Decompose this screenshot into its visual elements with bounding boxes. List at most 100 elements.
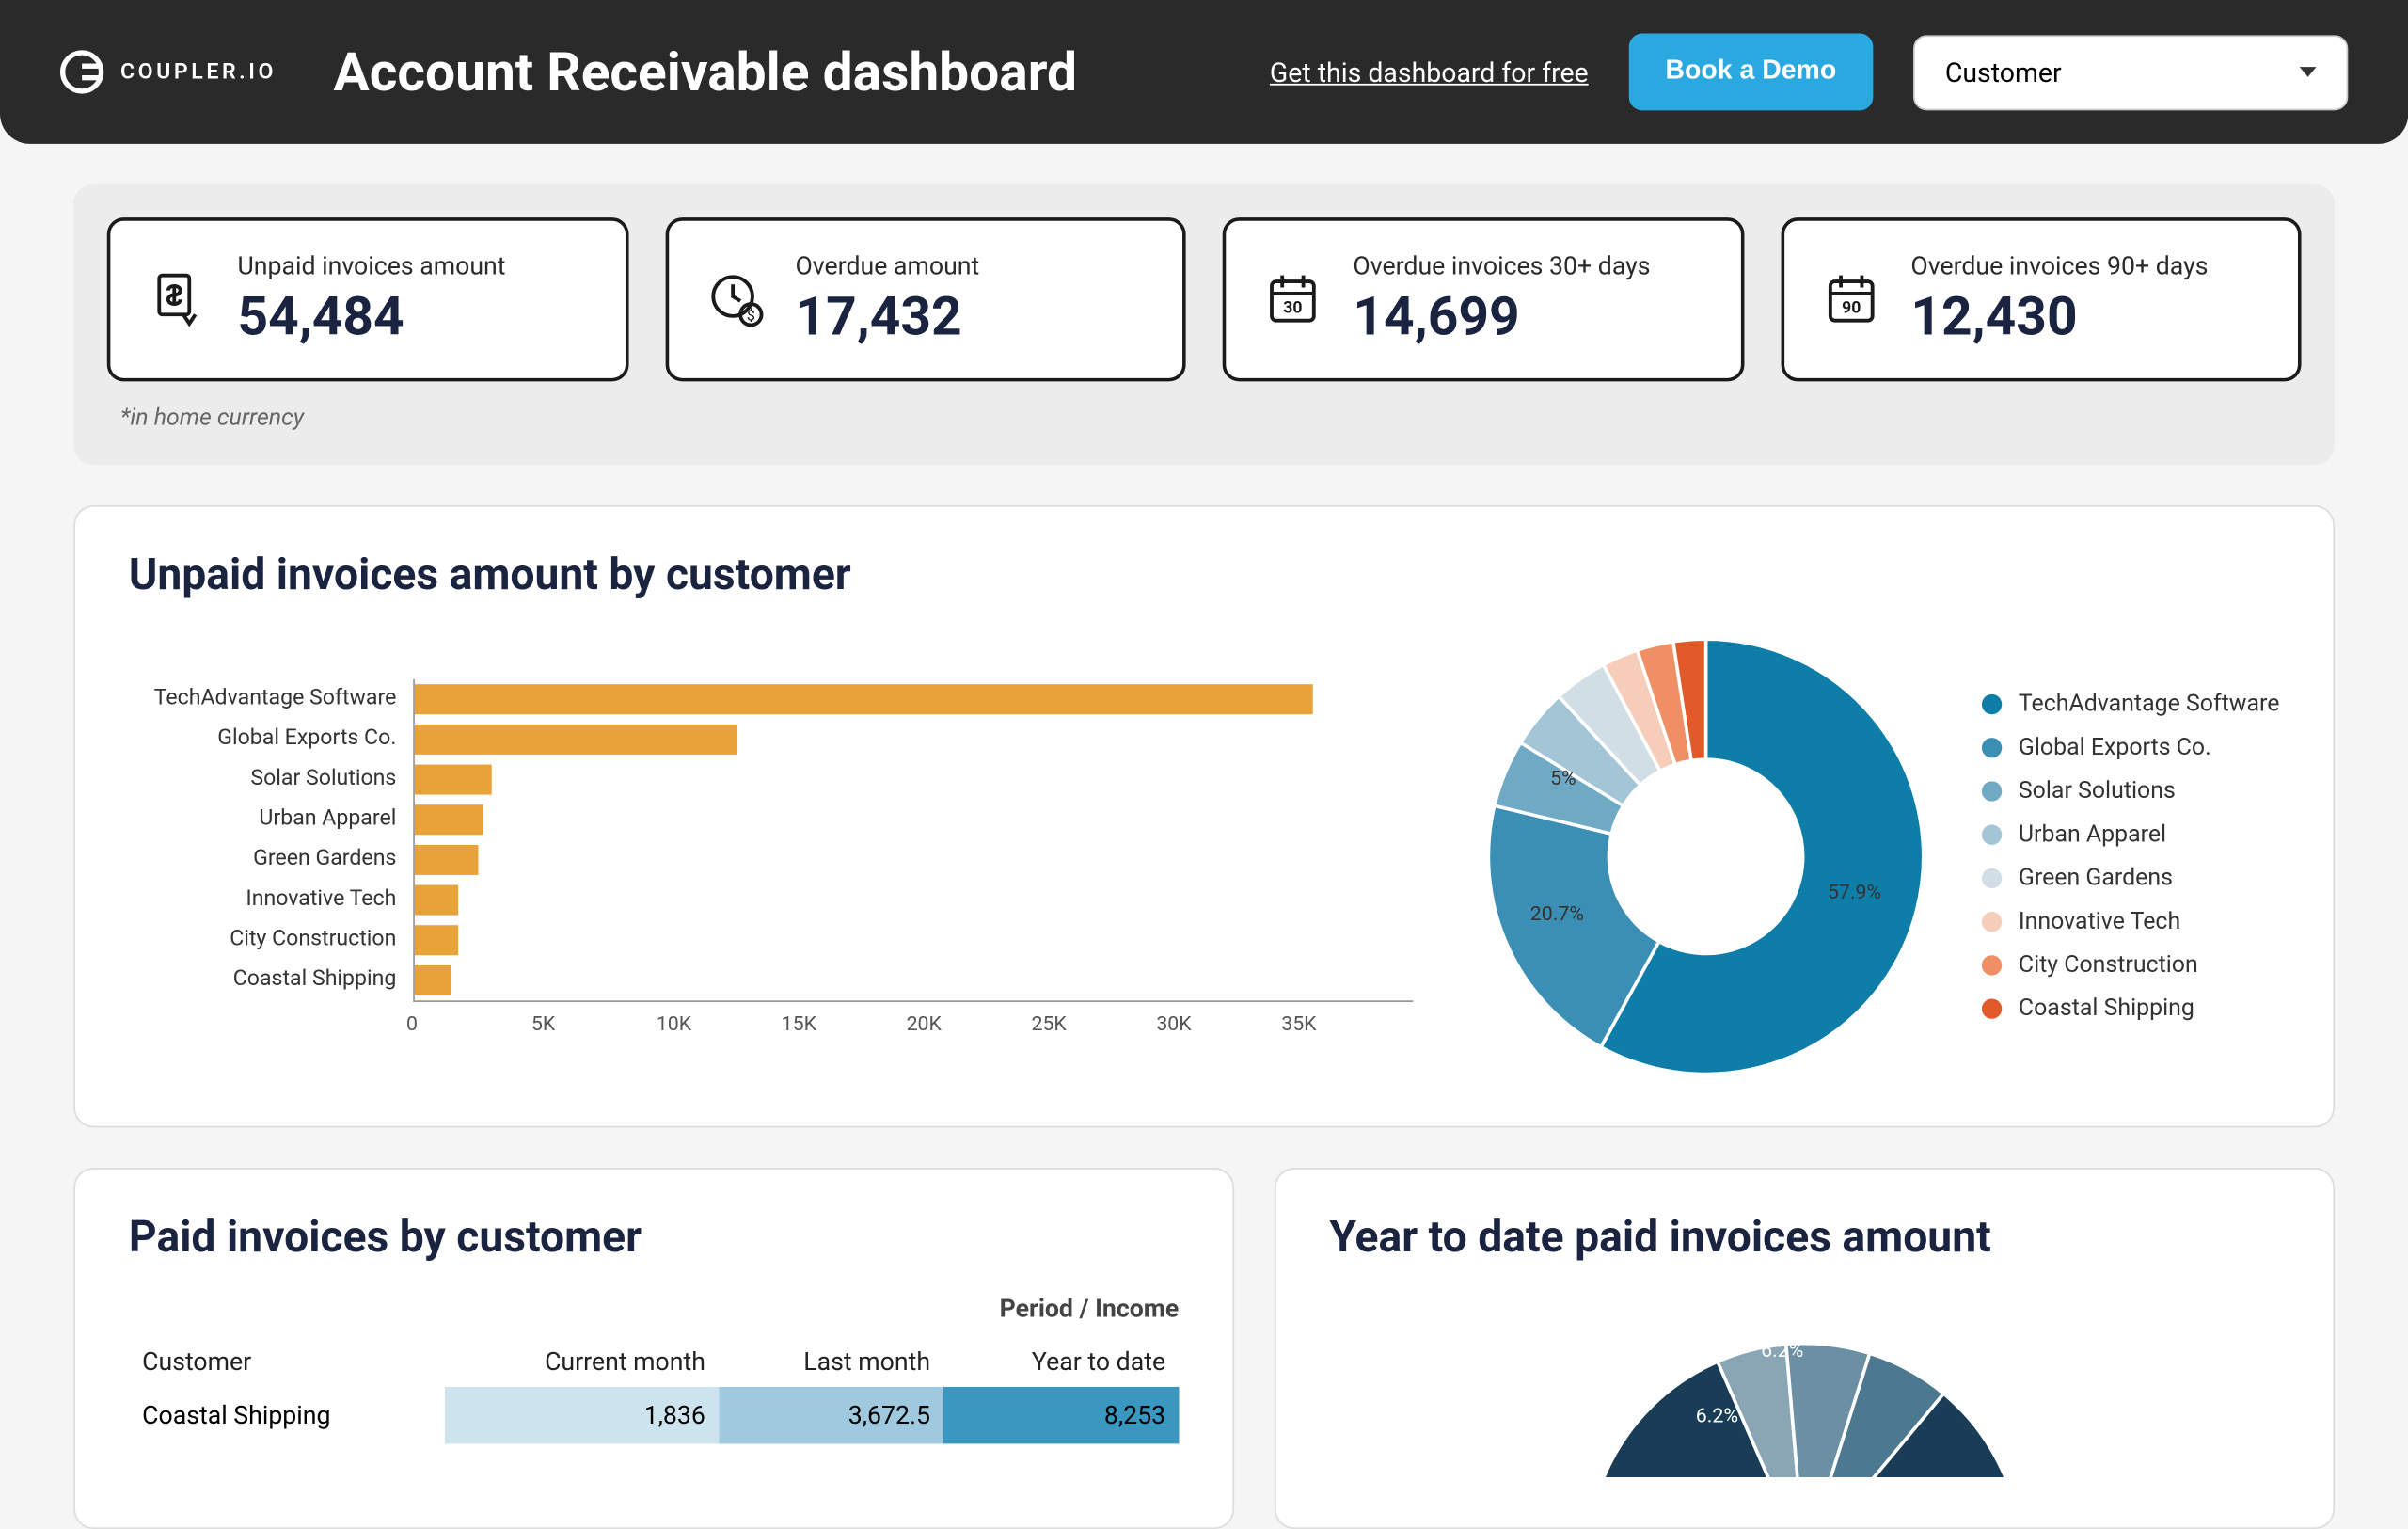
- kpi-label: Overdue invoices 30+ days: [1353, 251, 1650, 281]
- hbar-tick: 0: [406, 1011, 531, 1035]
- hbar-bar: [415, 764, 492, 794]
- donut-label: 20.7%: [1530, 901, 1584, 925]
- hbar-category-label: Solar Solutions: [129, 766, 413, 791]
- hbar-row: Global Exports Co.: [129, 719, 1413, 759]
- table-row: Coastal Shipping 1,836 3,672.5 8,253: [129, 1387, 1179, 1443]
- kpi-footnote: *in home currency: [120, 405, 2302, 431]
- hbar-bar: [415, 924, 457, 954]
- hbar-bar: [415, 844, 478, 874]
- svg-text:90: 90: [1841, 299, 1860, 318]
- legend-swatch: [1982, 781, 2002, 801]
- hbar-row: TechAdvantage Software: [129, 678, 1413, 719]
- brand-text: COUPLER.IO: [120, 59, 277, 85]
- header: COUPLER.IO Account Receivable dashboard …: [0, 0, 2408, 144]
- panel-title: Unpaid invoices amount by customer: [129, 550, 2280, 600]
- customer-select-label: Customer: [1945, 56, 2062, 88]
- table-header-right: Period / Income: [129, 1293, 1179, 1323]
- cell-last: 3,672.5: [719, 1387, 943, 1443]
- donut-label: 5%: [1550, 766, 1576, 789]
- hbar-row: Urban Apparel: [129, 799, 1413, 839]
- get-dashboard-link[interactable]: Get this dashboard for free: [1270, 56, 1589, 88]
- invoice-dollar-icon: [147, 269, 207, 329]
- hbar-row: Innovative Tech: [129, 879, 1413, 919]
- hbar-bar: [415, 724, 737, 754]
- kpi-overdue-amount: $ Overdue amount 17,432: [665, 217, 1186, 381]
- legend-label: Global Exports Co.: [2019, 735, 2211, 761]
- chevron-down-icon: [2300, 67, 2317, 77]
- pie-label: 6.2%: [1696, 1404, 1738, 1427]
- hbar-category-label: Innovative Tech: [129, 886, 413, 912]
- kpi-label: Overdue invoices 90+ days: [1910, 251, 2208, 281]
- panel-unpaid-by-customer: Unpaid invoices amount by customer TechA…: [73, 505, 2335, 1127]
- kpi-value: 54,484: [237, 284, 505, 348]
- legend-label: Coastal Shipping: [2019, 995, 2194, 1022]
- legend-swatch: [1982, 912, 2002, 932]
- ytd-pie-chart: 5.2% 6.2% 6.2%: [1587, 1293, 2021, 1484]
- hbar-tick: 15K: [782, 1011, 907, 1035]
- legend-item[interactable]: Coastal Shipping: [1982, 995, 2280, 1022]
- kpi-value: 14,699: [1353, 284, 1650, 348]
- cell-ytd: 8,253: [943, 1387, 1179, 1443]
- hbar-tick: 10K: [657, 1011, 782, 1035]
- panel-title: Paid invoices by customer: [129, 1213, 1179, 1263]
- donut-legend: TechAdvantage Software Global Exports Co.…: [1982, 691, 2280, 1022]
- hbar-chart: TechAdvantage Software Global Exports Co.…: [129, 678, 1413, 1035]
- legend-item[interactable]: Urban Apparel: [1982, 821, 2280, 848]
- pie-label: 5.2%: [1830, 1309, 1873, 1332]
- hbar-x-axis: 05K10K15K20K25K30K35K: [413, 999, 1413, 1034]
- legend-label: Innovative Tech: [2019, 908, 2180, 934]
- legend-swatch: [1982, 868, 2002, 888]
- hbar-tick: 30K: [1156, 1011, 1281, 1035]
- kpi-unpaid-invoices: Unpaid invoices amount 54,484: [107, 217, 628, 381]
- col-last-month: Last month: [719, 1337, 943, 1387]
- hbar-row: Coastal Shipping: [129, 960, 1413, 1000]
- pie-label: 6.2%: [1761, 1339, 1803, 1362]
- kpi-overdue-90: 90 Overdue invoices 90+ days 12,430: [1781, 217, 2302, 381]
- donut-label: 57.9%: [1828, 879, 1881, 902]
- hbar-category-label: Green Gardens: [129, 847, 413, 872]
- hbar-bar: [415, 804, 483, 834]
- paid-invoices-table: Customer Current month Last month Year t…: [129, 1337, 1179, 1444]
- hbar-tick: 20K: [907, 1011, 1032, 1035]
- legend-label: Solar Solutions: [2019, 778, 2176, 804]
- panel-paid-by-customer: Paid invoices by customer Period / Incom…: [73, 1168, 1234, 1529]
- hbar-tick: 35K: [1281, 1011, 1406, 1035]
- legend-swatch: [1982, 955, 2002, 975]
- hbar-row: City Construction: [129, 919, 1413, 960]
- hbar-bar: [415, 683, 1313, 713]
- col-current-month: Current month: [444, 1337, 719, 1387]
- hbar-row: Green Gardens: [129, 839, 1413, 880]
- hbar-category-label: City Construction: [129, 927, 413, 952]
- legend-swatch: [1982, 998, 2002, 1018]
- clock-dollar-icon: $: [705, 269, 765, 329]
- cell-customer: Coastal Shipping: [129, 1387, 444, 1443]
- legend-item[interactable]: Innovative Tech: [1982, 908, 2280, 934]
- hbar-category-label: Coastal Shipping: [129, 967, 413, 993]
- kpi-value: 17,432: [795, 284, 979, 348]
- legend-label: Green Gardens: [2019, 865, 2173, 891]
- legend-item[interactable]: Solar Solutions: [1982, 778, 2280, 804]
- col-ytd: Year to date: [943, 1337, 1179, 1387]
- cell-current: 1,836: [444, 1387, 719, 1443]
- legend-item[interactable]: Global Exports Co.: [1982, 735, 2280, 761]
- hbar-bar: [415, 884, 457, 915]
- legend-label: TechAdvantage Software: [2019, 691, 2280, 717]
- brand-logo: COUPLER.IO: [60, 50, 277, 93]
- kpi-value: 12,430: [1910, 284, 2208, 348]
- hbar-category-label: TechAdvantage Software: [129, 686, 413, 711]
- legend-item[interactable]: City Construction: [1982, 952, 2280, 979]
- legend-item[interactable]: TechAdvantage Software: [1982, 691, 2280, 717]
- table-header-row: Customer Current month Last month Year t…: [129, 1337, 1179, 1387]
- hbar-row: Solar Solutions: [129, 758, 1413, 799]
- legend-label: City Construction: [2019, 952, 2198, 979]
- legend-swatch: [1982, 738, 2002, 757]
- kpi-strip: Unpaid invoices amount 54,484 $ Overdue …: [73, 184, 2335, 466]
- legend-item[interactable]: Green Gardens: [1982, 865, 2280, 891]
- kpi-label: Unpaid invoices amount: [237, 251, 505, 281]
- col-customer: Customer: [129, 1337, 444, 1387]
- calendar-90-icon: 90: [1820, 269, 1880, 329]
- customer-select[interactable]: Customer: [1913, 34, 2348, 109]
- book-demo-button[interactable]: Book a Demo: [1628, 34, 1873, 111]
- hbar-tick: 25K: [1031, 1011, 1156, 1035]
- calendar-30-icon: 30: [1262, 269, 1323, 329]
